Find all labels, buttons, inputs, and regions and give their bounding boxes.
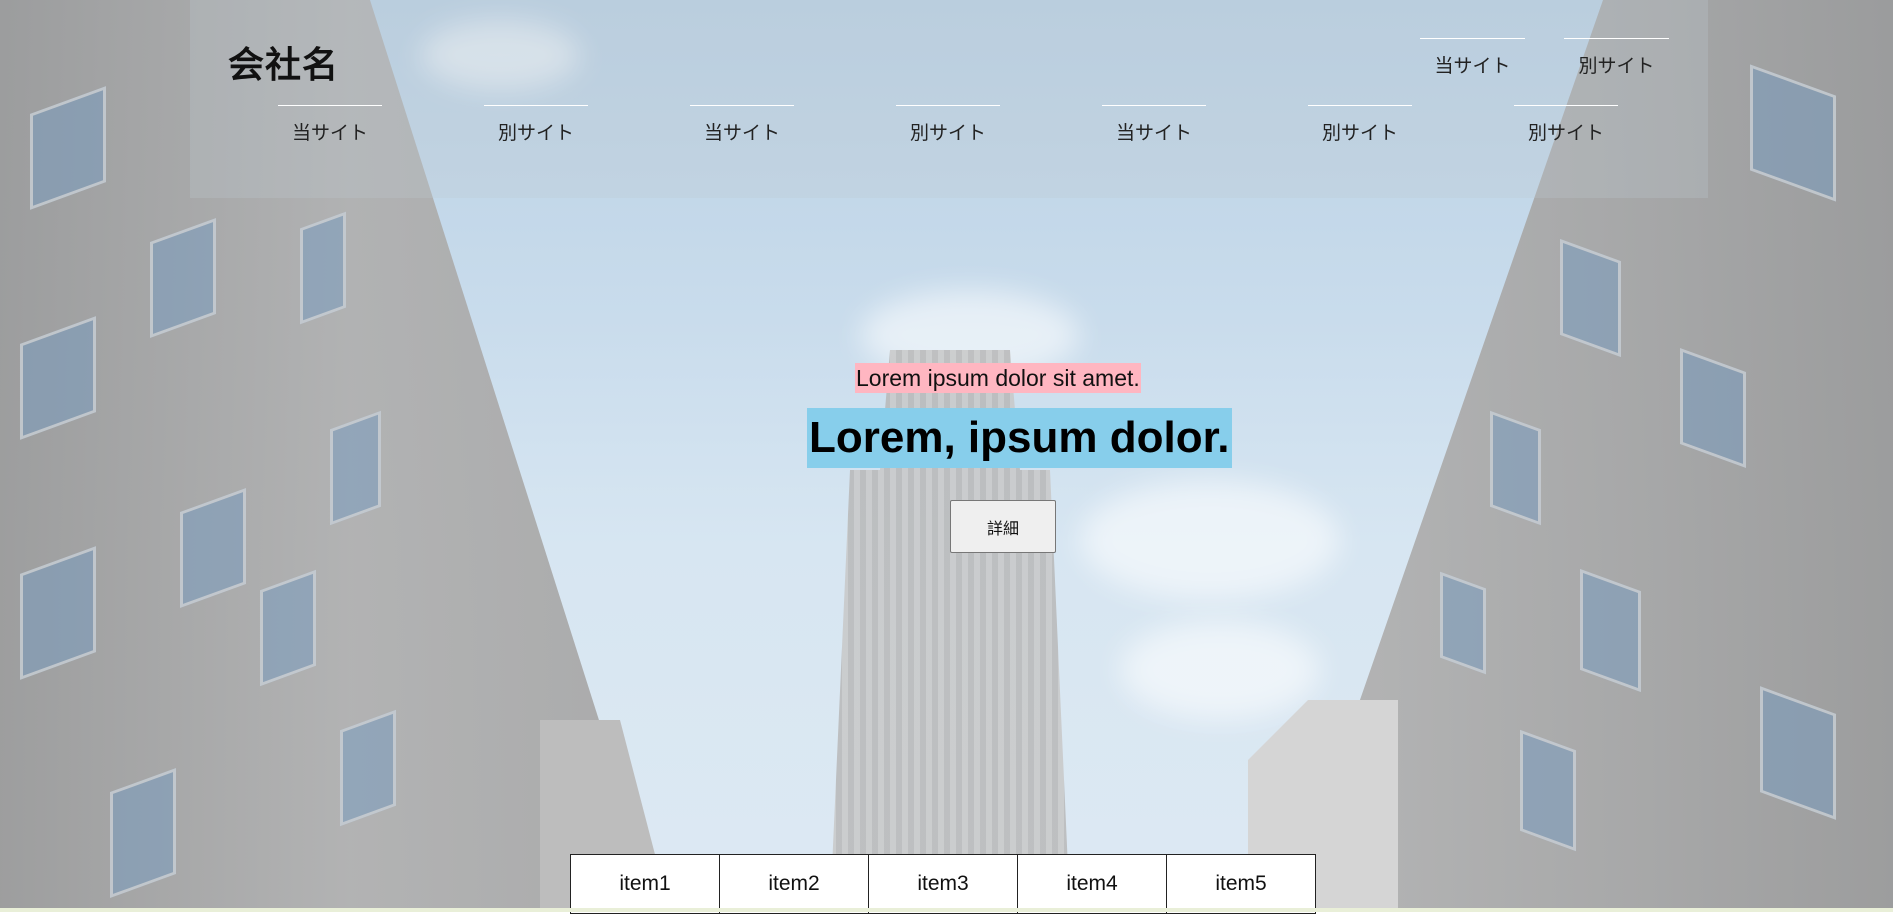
tab-item4[interactable]: item4 (1017, 854, 1167, 914)
tab-item2[interactable]: item2 (719, 854, 869, 914)
site-header: 会社名 当サイト 別サイト 当サイト 別サイト 当サイト 別サイト 当サイト 別… (190, 0, 1708, 198)
details-button[interactable]: 詳細 (950, 500, 1056, 553)
main-nav-link-5[interactable]: 当サイト (1102, 105, 1206, 145)
main-nav-link-2[interactable]: 別サイト (484, 105, 588, 145)
main-nav: 当サイト 別サイト 当サイト 別サイト 当サイト 別サイト 別サイト (278, 105, 1720, 145)
top-nav-link-other-site[interactable]: 別サイト (1564, 38, 1669, 78)
main-nav-link-7[interactable]: 別サイト (1514, 105, 1618, 145)
tab-item5[interactable]: item5 (1166, 854, 1316, 914)
main-nav-link-4[interactable]: 別サイト (896, 105, 1000, 145)
main-nav-link-1[interactable]: 当サイト (278, 105, 382, 145)
main-nav-link-6[interactable]: 別サイト (1308, 105, 1412, 145)
main-nav-link-3[interactable]: 当サイト (690, 105, 794, 145)
top-nav-link-this-site[interactable]: 当サイト (1420, 38, 1525, 78)
tab-item3[interactable]: item3 (868, 854, 1018, 914)
hero-subtitle: Lorem ipsum dolor sit amet. (855, 363, 1141, 393)
item-tabs: item1 item2 item3 item4 item5 (570, 854, 1316, 914)
top-nav: 当サイト 別サイト (1420, 38, 1708, 78)
tab-item1[interactable]: item1 (570, 854, 720, 914)
company-logo[interactable]: 会社名 (228, 36, 339, 88)
hero-title: Lorem, ipsum dolor. (807, 408, 1232, 468)
bottom-divider (0, 908, 1893, 912)
